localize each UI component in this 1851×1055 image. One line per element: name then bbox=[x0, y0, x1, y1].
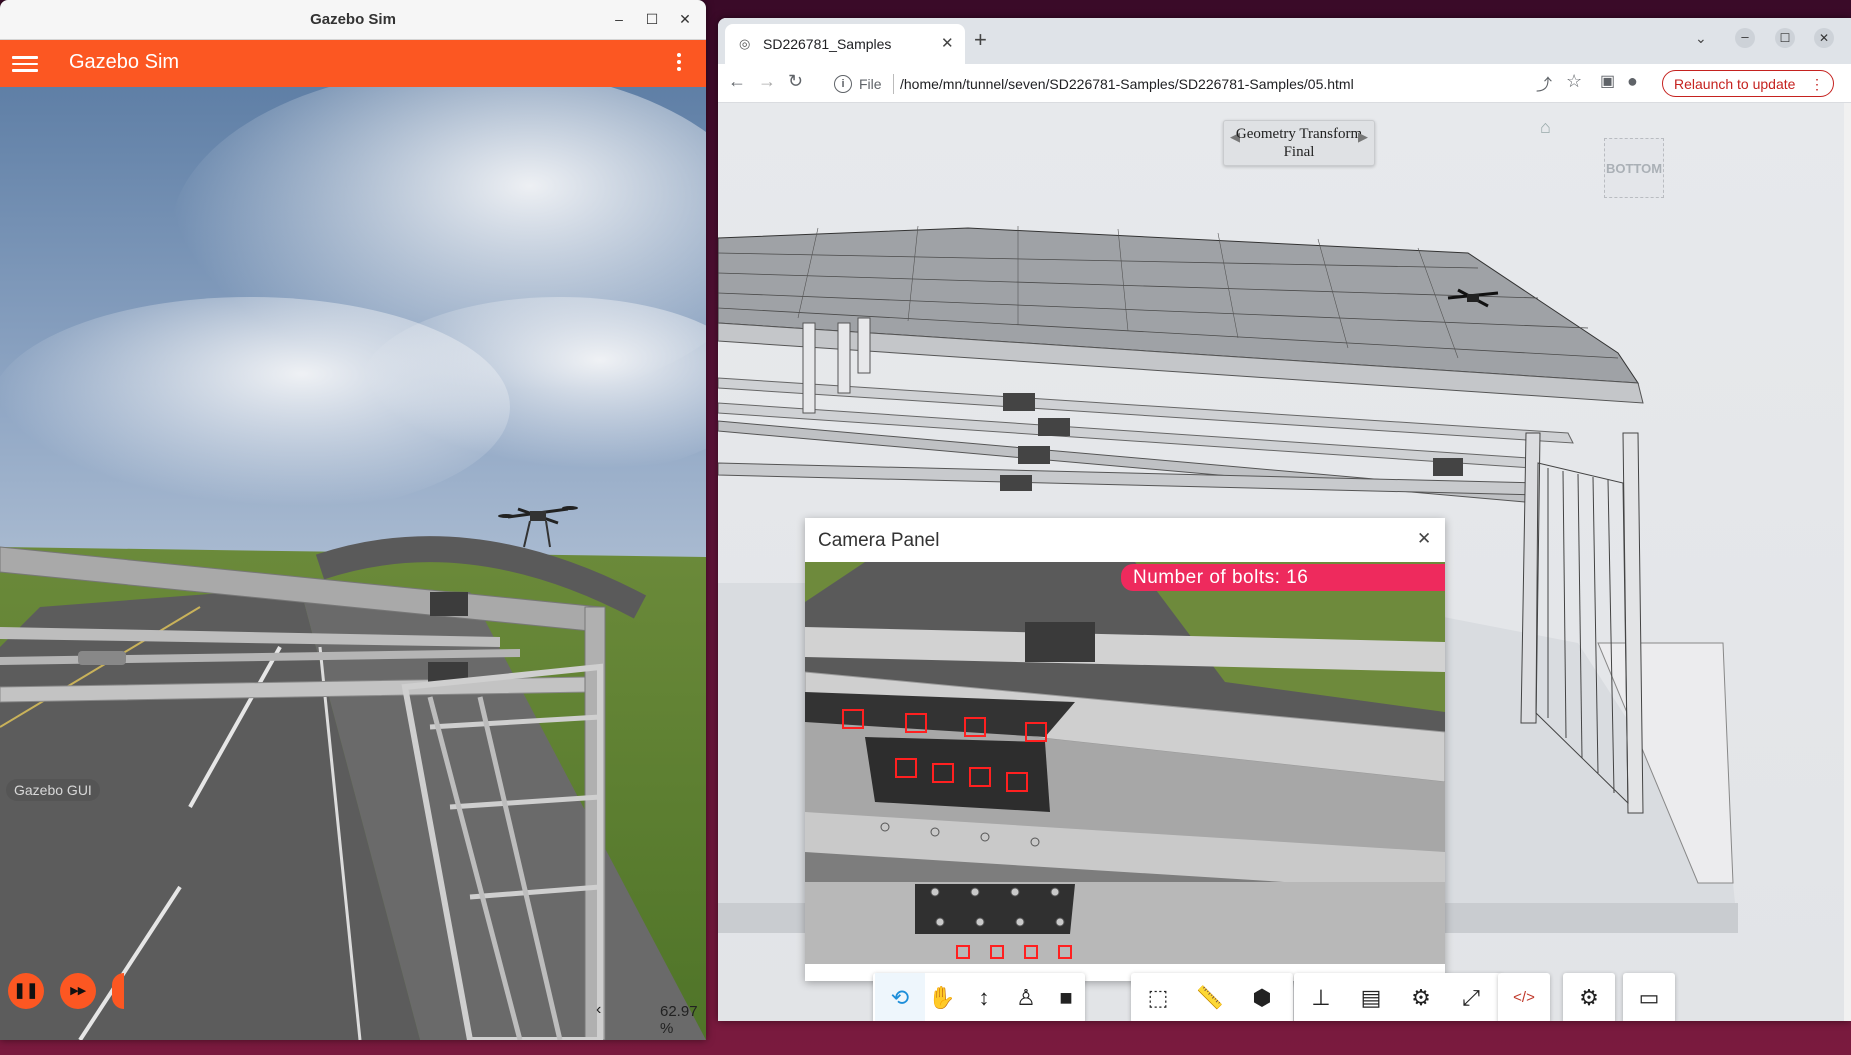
tab-search-icon[interactable]: ⌄ bbox=[1695, 30, 1707, 47]
model-browser-icon[interactable]: ⊥ bbox=[1296, 973, 1346, 1021]
code-tool-group: </> bbox=[1498, 973, 1550, 1021]
robot-arm-icon[interactable]: ⚙ bbox=[1564, 973, 1614, 1021]
share-icon[interactable]: ⤴ bbox=[1536, 71, 1552, 95]
minimize-button[interactable]: – bbox=[608, 8, 630, 30]
next-view-icon[interactable]: ▶ bbox=[1358, 129, 1368, 145]
minimize-button[interactable]: – bbox=[1735, 28, 1755, 48]
viewcube[interactable]: BOTTOM bbox=[1604, 138, 1664, 198]
pause-button[interactable]: ❚❚ bbox=[8, 973, 44, 1009]
camera-icon[interactable]: ■ bbox=[1041, 973, 1091, 1021]
step-forward-button[interactable]: ▸▸ bbox=[60, 973, 96, 1009]
hamburger-menu-icon[interactable] bbox=[12, 52, 38, 74]
bolt-count-badge: Number of bolts: 16 bbox=[1121, 564, 1445, 591]
maximize-button[interactable]: ☐ bbox=[1775, 28, 1795, 48]
gazebo-app-bar: Gazebo Sim bbox=[0, 40, 706, 87]
bookmark-star-icon[interactable]: ☆ bbox=[1566, 71, 1582, 92]
settings-icon[interactable]: ⚙ bbox=[1396, 973, 1446, 1021]
forward-icon[interactable]: → bbox=[758, 71, 776, 92]
globe-icon: ◎ bbox=[739, 36, 751, 51]
tab-active[interactable]: ◎ SD226781_Samples ✕ bbox=[725, 24, 965, 64]
camera-feed-image: Number of bolts: 16 bbox=[805, 562, 1445, 964]
real-time-factor: 62.97 % bbox=[660, 1003, 698, 1037]
camera-panel-header: Camera Panel ✕ bbox=[805, 518, 1445, 562]
camera-panel: Camera Panel ✕ Number of bolts: 16 bbox=[805, 518, 1445, 981]
tab-title: SD226781_Samples bbox=[763, 36, 892, 52]
video-tool-group: ▭ bbox=[1623, 973, 1675, 1021]
simulation-viewport[interactable] bbox=[0, 87, 706, 1040]
code-icon[interactable]: </> bbox=[1499, 973, 1549, 1021]
side-panel-icon[interactable]: ▣ bbox=[1600, 71, 1615, 91]
properties-icon[interactable]: ▤ bbox=[1346, 973, 1396, 1021]
collapse-arrow-icon[interactable]: ‹ bbox=[596, 1001, 601, 1019]
relaunch-to-update-button[interactable]: Relaunch to update ⋮ bbox=[1662, 70, 1834, 97]
gazebo-window: Gazebo Sim – ☐ ✕ Gazebo Sim Gazebo GUI ❚… bbox=[0, 0, 706, 1040]
camera-feed-render bbox=[805, 562, 1445, 964]
new-tab-button[interactable]: + bbox=[974, 27, 987, 53]
gazebo-app-title: Gazebo Sim bbox=[69, 51, 180, 73]
view-title: Geometry Transform bbox=[1235, 126, 1363, 142]
back-icon[interactable]: ← bbox=[728, 71, 746, 92]
pause-icon: ❚❚ bbox=[13, 982, 39, 999]
navigation-tool-group: ⟲ ✋ ↕ ♙ ■ bbox=[873, 973, 1085, 1021]
viewcube-face-label: BOTTOM bbox=[1605, 161, 1663, 176]
robot-tool-group: ⚙ bbox=[1563, 973, 1615, 1021]
camera-panel-title: Camera Panel bbox=[818, 530, 940, 551]
model-tool-group: ⬚ 📏 ⬢ bbox=[1131, 973, 1293, 1021]
more-vert-icon[interactable]: ⋮ bbox=[1799, 71, 1824, 98]
maximize-button[interactable]: ☐ bbox=[641, 8, 663, 30]
home-icon[interactable]: ⌂ bbox=[1540, 117, 1551, 138]
address-bar[interactable]: /home/mn/tunnel/seven/SD226781-Samples/S… bbox=[900, 76, 1354, 92]
fullscreen-icon[interactable]: ⤢ bbox=[1446, 973, 1496, 1021]
view-subtitle: Final bbox=[1283, 144, 1315, 160]
more-options-icon[interactable] bbox=[672, 50, 686, 76]
page-scrollbar[interactable] bbox=[1844, 103, 1851, 1021]
close-icon[interactable]: ✕ bbox=[1417, 529, 1431, 549]
browser-toolbar: ← → ↻ i File /home/mn/tunnel/seven/SD226… bbox=[718, 64, 1851, 103]
site-info-icon[interactable]: i bbox=[834, 75, 852, 93]
bim-viewer-canvas[interactable]: ◀ Geometry Transform Final ▶ ⌂ BOTTOM Ca… bbox=[718, 103, 1851, 1021]
partial-control-button[interactable] bbox=[112, 973, 124, 1009]
explode-icon[interactable]: ⬢ bbox=[1237, 973, 1287, 1021]
reload-icon[interactable]: ↻ bbox=[788, 71, 803, 92]
gazebo-window-title: Gazebo Sim bbox=[310, 11, 396, 28]
tab-close-icon[interactable]: ✕ bbox=[941, 34, 954, 52]
url-separator bbox=[893, 74, 894, 94]
gazebo-gui-label: Gazebo GUI bbox=[6, 779, 100, 801]
relaunch-label: Relaunch to update bbox=[1674, 76, 1796, 92]
measure-icon[interactable]: 📏 bbox=[1185, 973, 1235, 1021]
gazebo-titlebar: Gazebo Sim – ☐ ✕ bbox=[0, 0, 706, 40]
gazebo-3d-scene[interactable] bbox=[0, 87, 706, 1040]
fast-forward-icon: ▸▸ bbox=[70, 982, 86, 999]
url-scheme-label: File bbox=[859, 76, 882, 92]
settings-tool-group: ⊥ ▤ ⚙ ⤢ bbox=[1294, 973, 1502, 1021]
video-camera-icon[interactable]: ▭ bbox=[1624, 973, 1674, 1021]
tab-strip: ◎ SD226781_Samples ✕ + ⌄ – ☐ ✕ bbox=[718, 18, 1851, 64]
close-button[interactable]: ✕ bbox=[674, 8, 696, 30]
view-navigation-card: ◀ Geometry Transform Final ▶ bbox=[1223, 120, 1375, 166]
profile-avatar-icon[interactable]: ● bbox=[1627, 71, 1638, 92]
section-box-icon[interactable]: ⬚ bbox=[1133, 973, 1183, 1021]
browser-window: ◎ SD226781_Samples ✕ + ⌄ – ☐ ✕ ← → ↻ i F… bbox=[718, 18, 1851, 1021]
close-button[interactable]: ✕ bbox=[1814, 28, 1834, 48]
